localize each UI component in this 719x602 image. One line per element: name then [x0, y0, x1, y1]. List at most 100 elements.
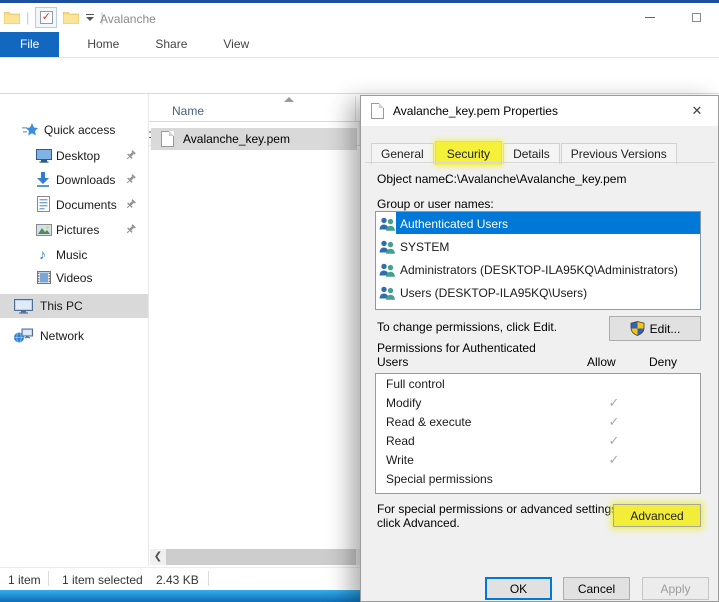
qat-separator: |	[26, 10, 29, 25]
sidebar-item-label: This PC	[40, 299, 83, 313]
item-count: 1 item	[8, 573, 41, 587]
scroll-left-icon[interactable]: ❮	[150, 549, 166, 565]
sidebar-item-label: Quick access	[44, 123, 115, 137]
sidebar-item-label: Documents	[56, 198, 117, 212]
quick-access-icon	[22, 123, 38, 137]
sidebar-item-pictures[interactable]: Pictures	[0, 218, 148, 242]
tab-page-border	[365, 162, 715, 163]
selection-count: 1 item selected	[62, 573, 143, 587]
window-title: Avalanche	[100, 12, 156, 26]
column-separator	[355, 96, 356, 122]
qat-new-folder-icon[interactable]	[63, 11, 79, 24]
sidebar-item-videos[interactable]: Videos	[0, 266, 148, 290]
tab-file[interactable]: File	[0, 32, 59, 57]
edit-button-label: Edit...	[650, 322, 681, 336]
file-name: Avalanche_key.pem	[183, 132, 290, 146]
group-row-system[interactable]: SYSTEM	[376, 235, 700, 258]
allow-checkmark: ✓	[604, 433, 624, 449]
edit-button[interactable]: Edit...	[609, 316, 701, 341]
group-name: SYSTEM	[400, 240, 449, 254]
tab-details[interactable]: Details	[503, 143, 560, 164]
downloads-icon	[36, 172, 50, 187]
permission-name: Full control	[386, 377, 445, 391]
group-row-authenticated-users[interactable]: Authenticated Users	[376, 212, 700, 235]
group-name: Authenticated Users	[400, 217, 508, 231]
permission-row-special-permissions[interactable]: Special permissions	[376, 469, 700, 488]
permissions-for-label-line2: Users	[377, 355, 408, 369]
advanced-button[interactable]: Advanced	[613, 504, 701, 527]
this-pc-icon	[14, 299, 33, 314]
pin-icon	[126, 174, 136, 185]
status-divider-2	[208, 571, 209, 586]
pin-icon	[126, 150, 136, 161]
users-group-icon	[379, 286, 396, 300]
permission-row-modify[interactable]: Modify ✓	[376, 393, 700, 412]
deny-column-header: Deny	[649, 355, 677, 369]
address-bar-row: ← → ⌄ ↑ « Local Disk (C:) › Avalanche ⌄ …	[0, 58, 719, 94]
permission-row-full-control[interactable]: Full control	[376, 374, 700, 393]
close-icon[interactable]: ✕	[682, 100, 712, 122]
selection-size: 2.43 KB	[156, 573, 199, 587]
users-group-icon	[379, 240, 396, 254]
horizontal-scrollbar[interactable]: ❮	[150, 549, 360, 565]
network-icon	[14, 328, 33, 343]
permission-name: Modify	[386, 396, 421, 410]
quick-access-toolbar: | ✓ |	[4, 7, 104, 28]
group-user-label: Group or user names:	[377, 197, 494, 211]
sidebar-item-desktop[interactable]: Desktop	[0, 144, 148, 168]
tab-home[interactable]: Home	[73, 32, 133, 57]
group-row-administrators[interactable]: Administrators (DESKTOP-ILA95KQ\Administ…	[376, 258, 700, 281]
sidebar-item-label: Pictures	[56, 223, 99, 237]
permission-row-read[interactable]: Read ✓	[376, 431, 700, 450]
permissions-list[interactable]: Full control Modify ✓ Read & execute ✓ R…	[375, 373, 701, 494]
apply-button[interactable]: Apply	[642, 577, 709, 600]
permission-name: Read & execute	[386, 415, 471, 429]
tab-view[interactable]: View	[209, 32, 263, 57]
file-icon	[161, 131, 174, 147]
users-group-icon	[379, 263, 396, 277]
sort-ascending-icon[interactable]	[284, 97, 294, 102]
allow-checkmark: ✓	[604, 452, 624, 468]
maximize-button[interactable]	[673, 3, 719, 32]
tab-previous-versions[interactable]: Previous Versions	[561, 143, 677, 164]
qat-customize-chevron-icon[interactable]	[85, 14, 94, 21]
qat-properties-button[interactable]: ✓	[35, 7, 57, 28]
videos-icon	[37, 271, 51, 284]
sidebar-item-quick-access[interactable]: Quick access	[0, 118, 148, 142]
sidebar-item-network[interactable]: Network	[0, 324, 148, 348]
edit-hint: To change permissions, click Edit.	[377, 320, 557, 334]
dialog-file-icon	[371, 103, 384, 119]
allow-column-header: Allow	[587, 355, 616, 369]
ok-button[interactable]: OK	[485, 577, 552, 600]
cancel-button-label: Cancel	[578, 582, 615, 596]
tab-share[interactable]: Share	[141, 32, 201, 57]
allow-checkmark: ✓	[604, 395, 624, 411]
apply-button-label: Apply	[660, 582, 690, 596]
users-group-icon	[379, 217, 396, 231]
explorer-titlebar: | ✓ | Avalanche	[0, 3, 719, 32]
advanced-button-label: Advanced	[630, 509, 683, 523]
group-row-users[interactable]: Users (DESKTOP-ILA95KQ\Users)	[376, 281, 700, 304]
pin-icon	[126, 199, 136, 210]
permission-row-read-execute[interactable]: Read & execute ✓	[376, 412, 700, 431]
column-header-name[interactable]: Name	[172, 104, 204, 118]
permission-row-write[interactable]: Write ✓	[376, 450, 700, 469]
minimize-button[interactable]	[627, 3, 673, 32]
screen: | ✓ | Avalanche File Home Share View ← →…	[0, 0, 719, 602]
sidebar-item-music[interactable]: ♪ Music	[0, 243, 148, 267]
file-row-avalanche-key[interactable]: Avalanche_key.pem	[151, 128, 357, 150]
sidebar-item-documents[interactable]: Documents	[0, 193, 148, 217]
permission-name: Read	[386, 434, 415, 448]
sidebar-item-downloads[interactable]: Downloads	[0, 168, 148, 192]
documents-icon	[37, 196, 50, 212]
minimize-icon	[645, 17, 655, 18]
tab-general[interactable]: General	[371, 143, 434, 164]
dialog-tabs: General Security Details Previous Versio…	[371, 140, 678, 164]
cancel-button[interactable]: Cancel	[563, 577, 630, 600]
sidebar-item-this-pc[interactable]: This PC	[0, 294, 148, 318]
sidebar-item-label: Network	[40, 329, 84, 343]
group-user-list[interactable]: Authenticated Users SYSTEM Administrator…	[375, 211, 701, 310]
scrollbar-thumb[interactable]	[166, 549, 356, 565]
maximize-icon	[692, 13, 701, 22]
permission-name: Write	[386, 453, 414, 467]
